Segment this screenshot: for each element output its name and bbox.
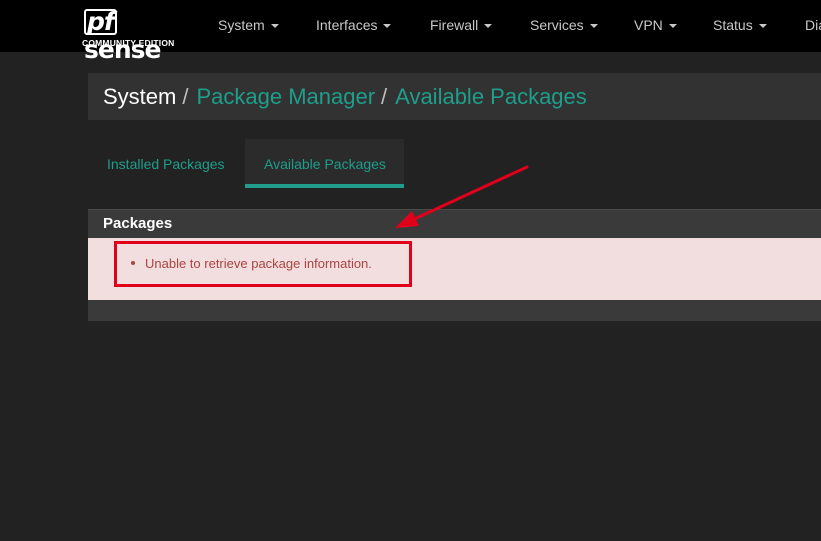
breadcrumb: System / Package Manager / Available Package… [103,84,587,110]
pfsense-logo[interactable]: pfsense COMMUNITY EDITION [82,8,190,64]
nav-vpn-menu[interactable]: VPN [634,17,677,33]
nav-services-menu[interactable]: Services [530,17,598,33]
nav-label: System [218,17,265,33]
caret-down-icon [484,24,493,28]
nav-label: Dia [805,17,821,33]
nav-label: Services [530,17,584,33]
tab-active-indicator [245,184,404,188]
caret-down-icon [668,24,677,28]
packages-panel-heading: Packages [88,209,821,238]
breadcrumb-available-packages-link[interactable]: Available Packages [395,84,587,109]
nav-label: Firewall [430,17,479,33]
logo-wordmark: pfsense [84,8,190,64]
nav-diagnostics-menu[interactable]: Dia [805,17,821,33]
tab-installed-packages[interactable]: Installed Packages [107,156,225,172]
breadcrumb-bar: System / Package Manager / Available Package… [88,73,821,120]
logo-pf-mark: pf [84,9,117,35]
logo-edition-text: COMMUNITY EDITION [82,38,175,48]
nav-label: Status [713,17,753,33]
breadcrumb-package-manager-link[interactable]: Package Manager [196,84,375,109]
nav-label: Interfaces [316,17,378,33]
nav-firewall-menu[interactable]: Firewall [430,17,493,33]
caret-down-icon [383,24,392,28]
nav-interfaces-menu[interactable]: Interfaces [316,17,392,33]
breadcrumb-separator: / [182,84,189,109]
caret-down-icon [270,24,279,28]
panel-title: Packages [103,215,173,232]
top-navbar: pfsense COMMUNITY EDITION System Interfa… [0,0,821,64]
nav-label: VPN [634,17,663,33]
annotation-highlight-box [114,241,412,287]
caret-down-icon [589,24,598,28]
caret-down-icon [758,24,767,28]
breadcrumb-root: System [103,84,177,109]
nav-status-menu[interactable]: Status [713,17,767,33]
breadcrumb-separator: / [381,84,388,109]
packages-panel-footer [88,300,821,321]
tab-available-packages[interactable]: Available Packages [264,156,386,172]
nav-system-menu[interactable]: System [218,17,279,33]
